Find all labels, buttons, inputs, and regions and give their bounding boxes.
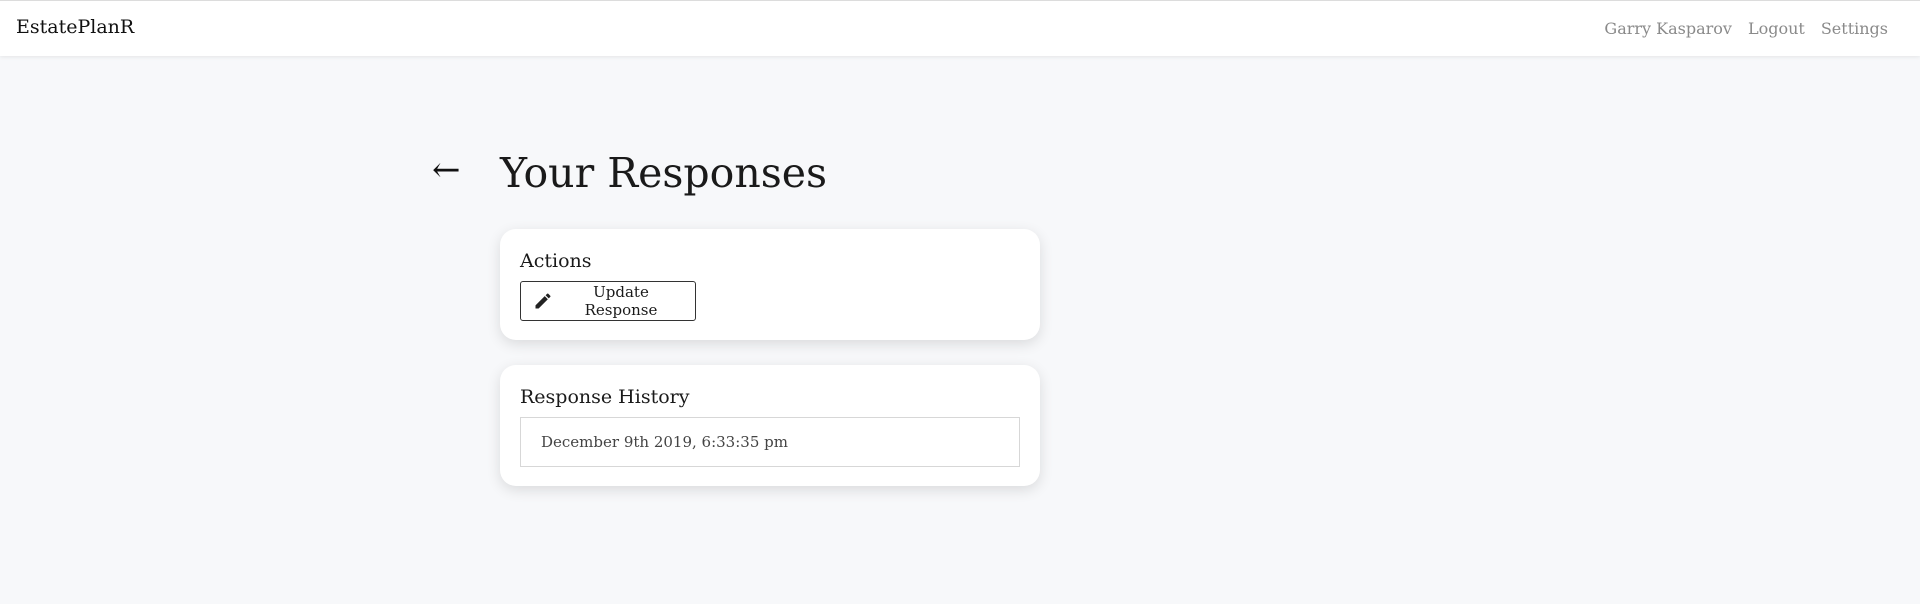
- response-history-card: Response History December 9th 2019, 6:33…: [500, 365, 1040, 486]
- update-response-label: Update Response: [584, 283, 658, 319]
- back-arrow-icon[interactable]: ←: [432, 150, 461, 190]
- actions-card: Actions Update Response: [500, 229, 1040, 340]
- nav-links: Garry Kasparov Logout Settings: [1604, 19, 1888, 38]
- nav-user-name[interactable]: Garry Kasparov: [1604, 19, 1732, 38]
- brand-logo[interactable]: EstatePlanR: [16, 16, 134, 38]
- nav-settings-link[interactable]: Settings: [1821, 19, 1888, 38]
- history-timestamp: December 9th 2019, 6:33:35 pm: [541, 433, 788, 451]
- response-history-title: Response History: [520, 386, 690, 408]
- nav-logout-link[interactable]: Logout: [1748, 19, 1805, 38]
- update-response-button[interactable]: Update Response: [520, 281, 696, 321]
- page-title: Your Responses: [500, 149, 828, 197]
- top-navbar: EstatePlanR Garry Kasparov Logout Settin…: [0, 0, 1920, 56]
- pencil-icon: [533, 291, 553, 311]
- actions-card-title: Actions: [520, 250, 592, 272]
- history-list-item[interactable]: December 9th 2019, 6:33:35 pm: [520, 417, 1020, 467]
